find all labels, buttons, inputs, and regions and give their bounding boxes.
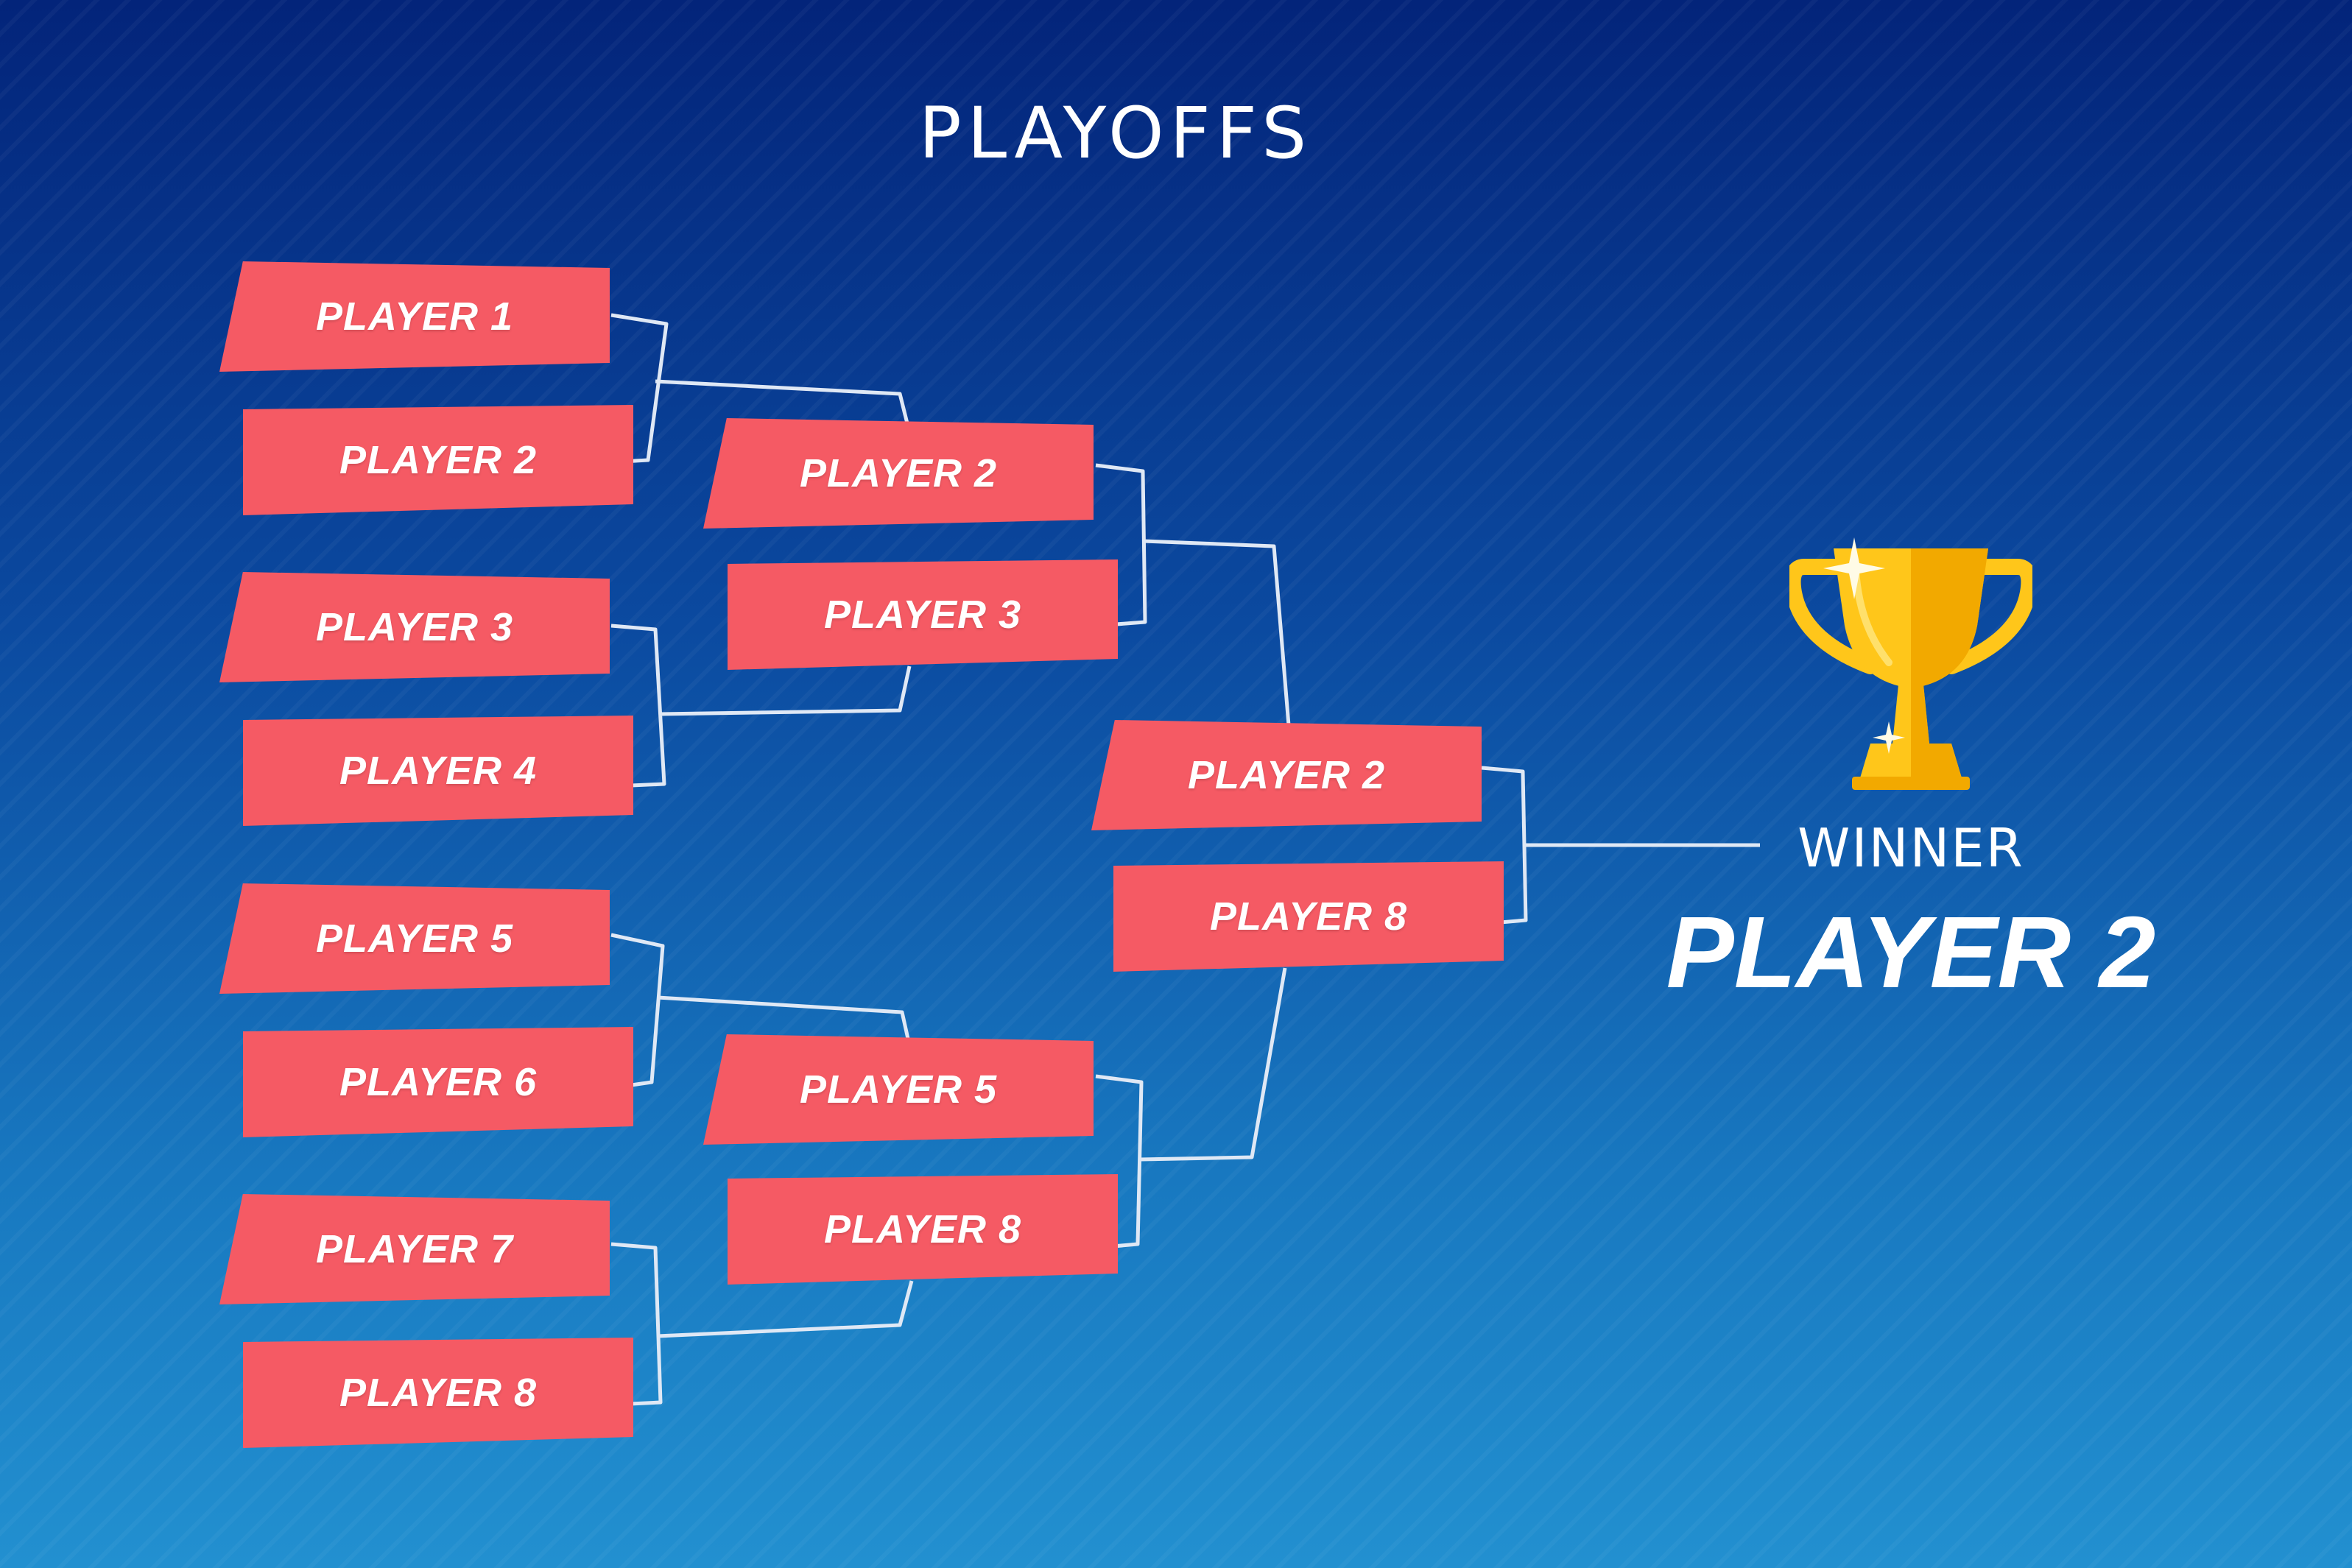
slot-label: PLAYER 8	[823, 1207, 1022, 1251]
winner-label: WINNER	[1798, 817, 2024, 879]
bracket-slot-r3-1: PLAYER 2	[1091, 720, 1482, 830]
bracket-slot-r1-5: PLAYER 5	[219, 883, 610, 994]
connector-r2-m1	[1095, 463, 1291, 726]
slot-label: PLAYER 5	[799, 1067, 998, 1112]
bracket-slot-r1-3: PLAYER 3	[219, 572, 610, 682]
bracket-slot-r3-2: PLAYER 8	[1113, 861, 1504, 972]
slot-label: PLAYER 3	[315, 605, 514, 649]
slot-label: PLAYER 4	[339, 749, 538, 793]
bracket-slot-r1-2: PLAYER 2	[243, 405, 633, 515]
slot-label: PLAYER 2	[1187, 753, 1386, 797]
slot-label: PLAYER 2	[799, 451, 998, 495]
slot-label: PLAYER 8	[1209, 894, 1408, 939]
slot-label: PLAYER 2	[339, 438, 538, 482]
bracket-slot-r1-7: PLAYER 7	[219, 1194, 610, 1304]
bracket-slot-r1-6: PLAYER 6	[243, 1027, 633, 1137]
slot-label: PLAYER 7	[315, 1227, 514, 1271]
bracket-slot-r2-1: PLAYER 2	[703, 418, 1094, 529]
slot-label: PLAYER 3	[823, 593, 1022, 637]
slot-label: PLAYER 8	[339, 1371, 538, 1415]
connector-r2-m2	[1095, 967, 1287, 1250]
bracket-slot-r2-4: PLAYER 8	[728, 1174, 1118, 1285]
bracket-slot-r1-4: PLAYER 4	[243, 716, 633, 826]
slot-label: PLAYER 1	[315, 294, 514, 339]
trophy-icon	[1789, 537, 2032, 790]
bracket-slot-r2-2: PLAYER 3	[728, 559, 1118, 670]
slot-label: PLAYER 5	[315, 917, 514, 961]
winner-name: PLAYER 2	[1666, 896, 2156, 1009]
bracket-slot-r1-8: PLAYER 8	[243, 1338, 633, 1448]
slot-label: PLAYER 6	[339, 1060, 538, 1104]
bracket-slot-r2-3: PLAYER 5	[703, 1034, 1094, 1145]
bracket-slot-r1-1: PLAYER 1	[219, 261, 610, 372]
